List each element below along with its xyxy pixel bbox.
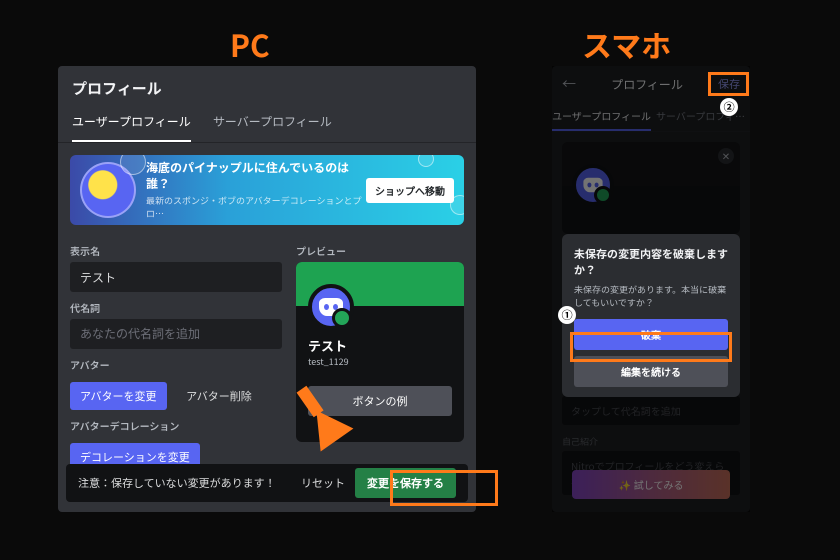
tab-server-profile[interactable]: サーバープロフィール: [213, 107, 332, 142]
unsaved-changes-bar: 注意：保存していない変更があります！ リセット 変更を保存する: [66, 464, 468, 502]
unsaved-message: 注意：保存していない変更があります！: [78, 475, 291, 491]
modal-title: 未保存の変更内容を破棄しますか？: [574, 246, 728, 278]
save-changes-button[interactable]: 変更を保存する: [355, 468, 456, 498]
bubble-decoration: [418, 155, 434, 167]
preview-avatar: [308, 284, 354, 330]
shop-button[interactable]: ショップへ移動: [366, 178, 454, 203]
profile-tabs: ユーザープロフィール サーバープロフィール: [58, 107, 476, 143]
preview-display-name: テスト: [308, 336, 452, 355]
discard-changes-modal: 未保存の変更内容を破棄しますか？ 未保存の変更があります。本当に破棄してもいいで…: [562, 234, 740, 397]
change-avatar-button[interactable]: アバターを変更: [70, 382, 167, 410]
preview-label: プレビュー: [296, 243, 464, 258]
pronouns-input[interactable]: [70, 319, 282, 349]
page-title: プロフィール: [58, 66, 476, 107]
display-name-input[interactable]: [70, 262, 282, 292]
heading-smartphone: スマホ: [582, 22, 671, 66]
remove-avatar-button[interactable]: アバター削除: [178, 382, 260, 410]
bubble-decoration: [450, 195, 464, 215]
heading-pc: PC: [230, 22, 270, 66]
promo-title: 海底のパイナップルに住んでいるのは誰？: [146, 160, 366, 191]
annotation-badge-2: ②: [720, 98, 738, 116]
bubble-decoration: [120, 155, 146, 175]
annotation-badge-1: ①: [558, 306, 576, 324]
discard-button[interactable]: 破棄: [574, 319, 728, 350]
promo-banner: 海底のパイナップルに住んでいるのは誰？ 最新のスポンジ・ボブのアバターデコレーシ…: [70, 155, 464, 225]
avatar-label: アバター: [70, 357, 282, 372]
preview-username: test_1129: [308, 355, 452, 368]
tab-user-profile[interactable]: ユーザープロフィール: [72, 107, 191, 142]
pc-settings-panel: プロフィール ユーザープロフィール サーバープロフィール 海底のパイナップルに住…: [58, 66, 476, 512]
reset-button[interactable]: リセット: [291, 469, 355, 497]
pronouns-label: 代名詞: [70, 300, 282, 315]
discord-logo-icon: [319, 298, 343, 316]
display-name-label: 表示名: [70, 243, 282, 258]
continue-editing-button[interactable]: 編集を続ける: [574, 356, 728, 387]
promo-subtitle: 最新のスポンジ・ボブのアバターデコレーションとプロ…: [146, 194, 366, 220]
decoration-label: アバターデコレーション: [70, 418, 282, 433]
modal-body: 未保存の変更があります。本当に破棄してもいいですか？: [574, 284, 728, 309]
